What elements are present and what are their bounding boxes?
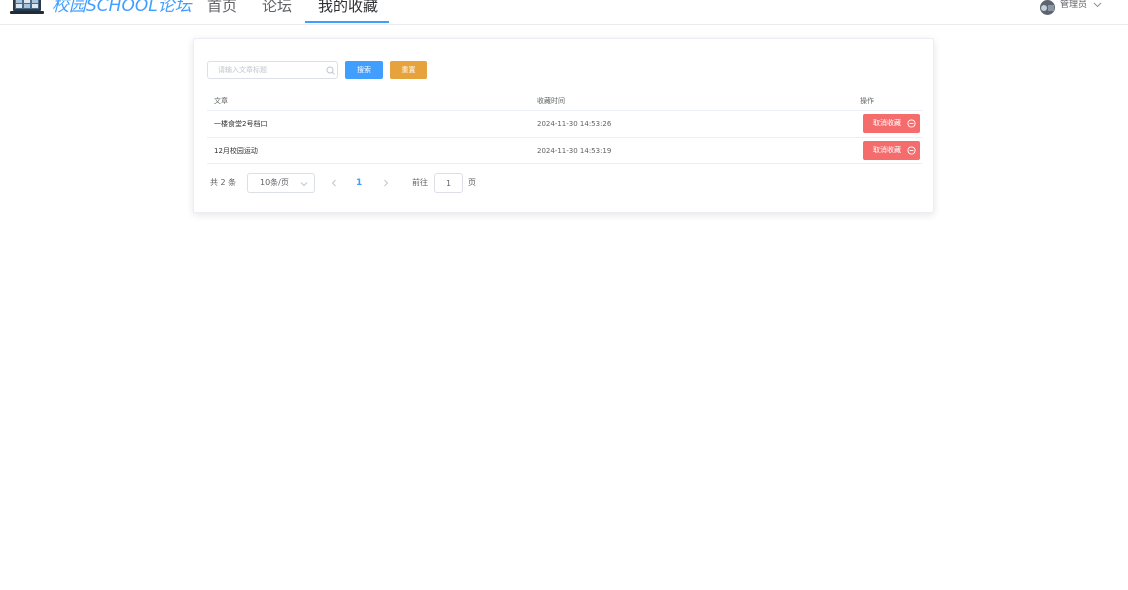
user-name[interactable]: 管理员 (1060, 0, 1087, 11)
chevron-down-icon (300, 182, 308, 187)
remove-circle-icon (907, 119, 916, 128)
nav-forum[interactable]: 论坛 (262, 0, 292, 18)
column-header-favorite-time: 收藏时间 (537, 97, 565, 105)
chevron-down-icon[interactable] (1093, 0, 1102, 9)
table-divider (207, 110, 922, 111)
cancel-favorite-button[interactable]: 取消收藏 (863, 114, 920, 133)
search-field[interactable] (207, 61, 338, 79)
search-icon (326, 66, 335, 75)
table-divider (207, 163, 922, 164)
remove-circle-icon (907, 146, 916, 155)
table-divider (207, 137, 922, 138)
next-page-icon[interactable] (382, 179, 390, 187)
cancel-favorite-label: 取消收藏 (873, 146, 901, 154)
goto-label: 前往 (412, 178, 428, 187)
table-row-title[interactable]: 一楼食堂2号档口 (214, 118, 267, 130)
page-suffix-label: 页 (468, 178, 476, 187)
laptop-logo-icon (10, 0, 44, 14)
user-avatar[interactable] (1038, 0, 1057, 15)
search-input[interactable] (208, 62, 318, 78)
site-brand[interactable]: 校园SCHOOL论坛 (52, 0, 192, 18)
table-row-title[interactable]: 12月校园运动 (214, 145, 258, 157)
reset-button[interactable]: 重置 (390, 61, 427, 79)
top-header: 校园SCHOOL论坛 首页 论坛 我的收藏 管理员 (0, 0, 1128, 25)
favorites-card: 搜索 重置 文章 收藏时间 操作 一楼食堂2号档口 2024-11-30 14:… (193, 38, 934, 213)
column-header-article: 文章 (214, 97, 228, 105)
page-size-value: 10条/页 (260, 178, 289, 187)
prev-page-icon[interactable] (330, 179, 338, 187)
search-button[interactable]: 搜索 (345, 61, 383, 79)
goto-page-input[interactable] (434, 173, 463, 193)
page-number-current[interactable]: 1 (356, 176, 362, 190)
table-row-time: 2024-11-30 14:53:19 (537, 147, 612, 155)
cancel-favorite-button[interactable]: 取消收藏 (863, 141, 920, 160)
table-row-time: 2024-11-30 14:53:26 (537, 120, 612, 128)
cancel-favorite-label: 取消收藏 (873, 119, 901, 127)
page-size-select[interactable]: 10条/页 (247, 173, 315, 193)
pagination-total: 共 2 条 (210, 178, 237, 187)
nav-home[interactable]: 首页 (207, 0, 237, 18)
nav-my-favorites[interactable]: 我的收藏 (318, 0, 378, 18)
active-nav-indicator (305, 21, 389, 23)
column-header-action: 操作 (860, 97, 874, 105)
